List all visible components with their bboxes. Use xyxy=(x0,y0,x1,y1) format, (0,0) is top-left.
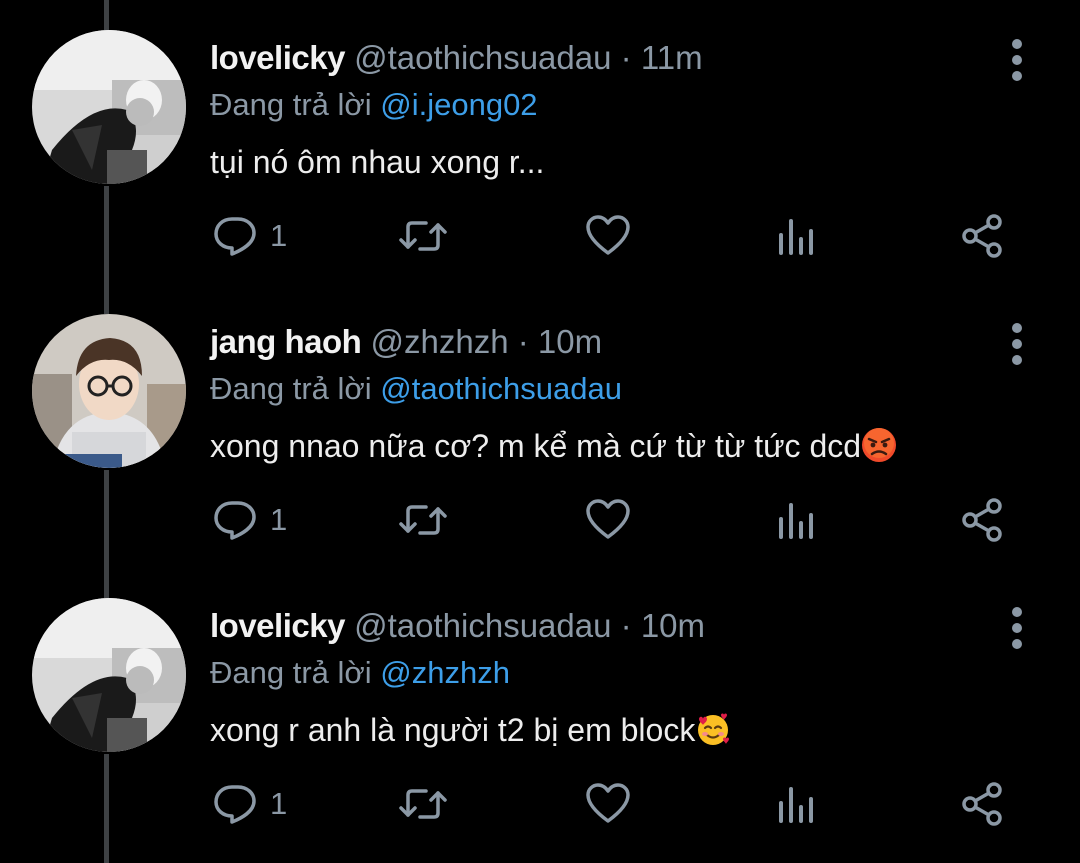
display-name[interactable]: lovelicky xyxy=(210,607,345,644)
views-icon xyxy=(779,503,813,539)
mention-link[interactable]: @taothichsuadau xyxy=(380,371,622,406)
tweet-actions: 1 xyxy=(0,780,1080,830)
tweet-text-body: xong nnao nữa cơ? m kể mà cứ từ từ tức d… xyxy=(210,428,862,464)
views-button[interactable] xyxy=(773,212,819,260)
replying-to-label: Đang trả lời xyxy=(210,655,372,690)
replying-to-label: Đang trả lời xyxy=(210,371,372,406)
replying-to: Đang trả lời @taothichsuadau xyxy=(210,369,622,409)
reply-count: 1 xyxy=(270,786,288,821)
share-button[interactable] xyxy=(960,780,1006,828)
timestamp[interactable]: 10m xyxy=(538,323,602,360)
more-icon[interactable] xyxy=(1002,38,1032,82)
like-icon xyxy=(586,783,630,823)
tweet[interactable]: lovelicky @taothichsuadau · 11m Đang trả… xyxy=(0,0,1080,284)
user-handle[interactable]: @taothichsuadau xyxy=(354,39,611,76)
user-handle[interactable]: @taothichsuadau xyxy=(354,607,611,644)
avatar[interactable] xyxy=(32,598,186,752)
share-button[interactable] xyxy=(960,212,1006,260)
more-icon[interactable] xyxy=(1002,606,1032,650)
mention-link[interactable]: @zhzhzh xyxy=(380,655,510,690)
display-name[interactable]: lovelicky xyxy=(210,39,345,76)
reply-count: 1 xyxy=(270,502,288,537)
like-button[interactable] xyxy=(585,212,631,260)
retweet-button[interactable] xyxy=(398,780,448,828)
tweet-text-body: xong r anh là người t2 bị em block xyxy=(210,712,696,748)
tweet-text: tụi nó ôm nhau xong r... xyxy=(210,140,544,184)
tweet-header: lovelicky @taothichsuadau · 10m xyxy=(210,606,705,646)
display-name[interactable]: jang haoh xyxy=(210,323,362,360)
timestamp[interactable]: 10m xyxy=(641,607,705,644)
reply-icon xyxy=(214,785,256,824)
tweet-text: xong nnao nữa cơ? m kể mà cứ từ từ tức d… xyxy=(210,424,897,468)
tweet[interactable]: jang haoh @zhzhzh · 10m Đang trả lời @ta… xyxy=(0,284,1080,568)
smiling-face-with-hearts-icon xyxy=(698,713,730,745)
avatar[interactable] xyxy=(32,30,186,184)
share-icon xyxy=(962,782,1002,826)
views-button[interactable] xyxy=(773,496,819,544)
angry-face-icon xyxy=(862,428,897,462)
reply-icon xyxy=(214,501,256,540)
mention-link[interactable]: @i.jeong02 xyxy=(380,87,537,122)
replying-to: Đang trả lời @i.jeong02 xyxy=(210,85,538,125)
tweet-text: xong r anh là người t2 bị em block xyxy=(210,708,731,752)
like-icon xyxy=(586,215,630,255)
tweet[interactable]: lovelicky @taothichsuadau · 10m Đang trả… xyxy=(0,568,1080,852)
tweet-header: jang haoh @zhzhzh · 10m xyxy=(210,322,602,362)
user-handle[interactable]: @zhzhzh xyxy=(371,323,509,360)
views-button[interactable] xyxy=(773,780,819,828)
like-button[interactable] xyxy=(585,496,631,544)
tweet-header: lovelicky @taothichsuadau · 11m xyxy=(210,38,703,78)
tweet-text-body: tụi nó ôm nhau xong r... xyxy=(210,144,545,180)
timestamp[interactable]: 11m xyxy=(641,39,703,76)
avatar[interactable] xyxy=(32,314,186,468)
tweet-actions: 1 xyxy=(0,212,1080,262)
replying-to: Đang trả lời @zhzhzh xyxy=(210,653,510,693)
retweet-button[interactable] xyxy=(398,212,448,260)
retweet-icon xyxy=(399,221,447,251)
like-icon xyxy=(586,499,630,539)
share-icon xyxy=(962,498,1002,542)
tweet-actions: 1 xyxy=(0,496,1080,546)
reply-count: 1 xyxy=(270,218,288,253)
like-button[interactable] xyxy=(585,780,631,828)
reply-button[interactable]: 1 xyxy=(212,496,287,544)
retweet-icon xyxy=(399,505,447,535)
avatar-photo-color xyxy=(32,314,186,468)
views-icon xyxy=(779,219,813,255)
share-button[interactable] xyxy=(960,496,1006,544)
retweet-button[interactable] xyxy=(398,496,448,544)
retweet-icon xyxy=(399,789,447,819)
more-icon[interactable] xyxy=(1002,322,1032,366)
separator: · xyxy=(620,607,632,644)
views-icon xyxy=(779,787,813,823)
avatar-photo-grayscale xyxy=(32,598,186,752)
separator: · xyxy=(517,323,529,360)
share-icon xyxy=(962,214,1002,258)
avatar-photo-grayscale xyxy=(32,30,186,184)
reply-icon xyxy=(214,217,256,256)
replying-to-label: Đang trả lời xyxy=(210,87,372,122)
reply-button[interactable]: 1 xyxy=(212,212,287,260)
separator: · xyxy=(620,39,632,76)
reply-button[interactable]: 1 xyxy=(212,780,287,828)
